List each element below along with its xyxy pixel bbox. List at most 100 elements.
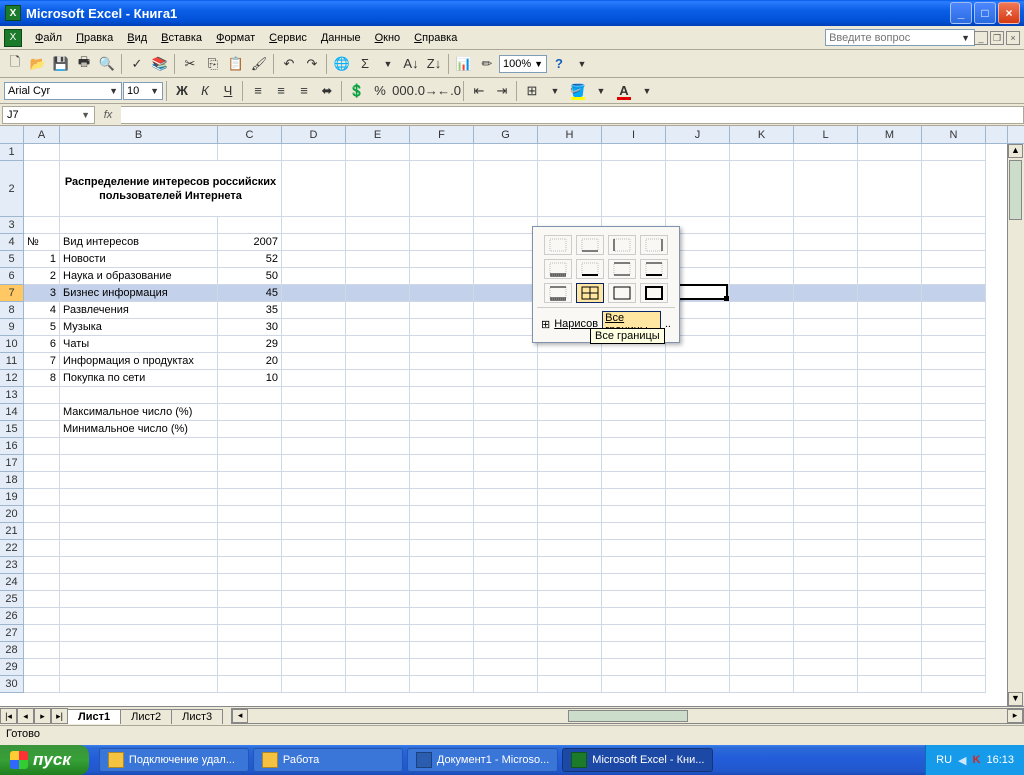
cell-A10[interactable]: 6	[24, 336, 60, 353]
cell-A30[interactable]	[24, 676, 60, 693]
cell-E16[interactable]	[346, 438, 410, 455]
cell-C26[interactable]	[218, 608, 282, 625]
underline-icon[interactable]: Ч	[217, 80, 239, 102]
font-color-arrow-icon[interactable]: ▼	[636, 80, 658, 102]
cell-I11[interactable]	[602, 353, 666, 370]
cell-K30[interactable]	[730, 676, 794, 693]
format-painter-icon[interactable]: 🖌	[248, 53, 270, 75]
row-header-30[interactable]: 30	[0, 676, 24, 693]
cell-G25[interactable]	[474, 591, 538, 608]
cell-E4[interactable]	[346, 234, 410, 251]
cell-L22[interactable]	[794, 540, 858, 557]
cell-D4[interactable]	[282, 234, 346, 251]
cell-M5[interactable]	[858, 251, 922, 268]
worksheet-grid[interactable]: ABCDEFGHIJKLMN 1234567891011121314151617…	[0, 126, 1024, 706]
align-right-icon[interactable]: ≡	[293, 80, 315, 102]
row-header-23[interactable]: 23	[0, 557, 24, 574]
cell-G19[interactable]	[474, 489, 538, 506]
cell-A6[interactable]: 2	[24, 268, 60, 285]
cell-B8[interactable]: Развлечения	[60, 302, 218, 319]
cell-G23[interactable]	[474, 557, 538, 574]
cell-N11[interactable]	[922, 353, 986, 370]
cell-N18[interactable]	[922, 472, 986, 489]
print-icon[interactable]: 🖶	[73, 53, 95, 75]
cell-B26[interactable]	[60, 608, 218, 625]
cell-A22[interactable]	[24, 540, 60, 557]
cell-F13[interactable]	[410, 387, 474, 404]
cell-I27[interactable]	[602, 625, 666, 642]
cell-F29[interactable]	[410, 659, 474, 676]
cell-G29[interactable]	[474, 659, 538, 676]
cell-G30[interactable]	[474, 676, 538, 693]
cell-D13[interactable]	[282, 387, 346, 404]
cell-G6[interactable]	[474, 268, 538, 285]
taskbar-item[interactable]: Подключение удал...	[99, 748, 249, 772]
cell-E19[interactable]	[346, 489, 410, 506]
cell-E20[interactable]	[346, 506, 410, 523]
cell-A27[interactable]	[24, 625, 60, 642]
border-preset-2[interactable]	[608, 235, 636, 255]
row-header-29[interactable]: 29	[0, 659, 24, 676]
cell-C12[interactable]: 10	[218, 370, 282, 387]
cell-B9[interactable]: Музыка	[60, 319, 218, 336]
cell-N16[interactable]	[922, 438, 986, 455]
cell-I12[interactable]	[602, 370, 666, 387]
cell-D14[interactable]	[282, 404, 346, 421]
row-header-21[interactable]: 21	[0, 523, 24, 540]
cell-C24[interactable]	[218, 574, 282, 591]
cell-L12[interactable]	[794, 370, 858, 387]
menu-Справка[interactable]: Справка	[407, 30, 464, 46]
border-preset-5[interactable]	[576, 259, 604, 279]
merge-center-icon[interactable]: ⬌	[316, 80, 338, 102]
cell-J29[interactable]	[666, 659, 730, 676]
cell-A21[interactable]	[24, 523, 60, 540]
cell-B7[interactable]: Бизнес информация	[60, 285, 218, 302]
cell-D3[interactable]	[282, 217, 346, 234]
cell-E23[interactable]	[346, 557, 410, 574]
cell-E12[interactable]	[346, 370, 410, 387]
cell-M26[interactable]	[858, 608, 922, 625]
cell-M10[interactable]	[858, 336, 922, 353]
cell-B3[interactable]	[60, 217, 218, 234]
cell-N26[interactable]	[922, 608, 986, 625]
cell-K27[interactable]	[730, 625, 794, 642]
row-header-22[interactable]: 22	[0, 540, 24, 557]
hyperlink-icon[interactable]: 🌐	[331, 53, 353, 75]
col-header-M[interactable]: M	[858, 126, 922, 143]
row-header-26[interactable]: 26	[0, 608, 24, 625]
col-header-B[interactable]: B	[60, 126, 218, 143]
cell-A24[interactable]	[24, 574, 60, 591]
cell-G10[interactable]	[474, 336, 538, 353]
cell-H26[interactable]	[538, 608, 602, 625]
vertical-scrollbar[interactable]: ▲ ▼	[1007, 144, 1024, 706]
col-header-K[interactable]: K	[730, 126, 794, 143]
col-header-F[interactable]: F	[410, 126, 474, 143]
cell-N21[interactable]	[922, 523, 986, 540]
cell-M1[interactable]	[858, 144, 922, 161]
align-left-icon[interactable]: ≡	[247, 80, 269, 102]
cell-K9[interactable]	[730, 319, 794, 336]
cell-H11[interactable]	[538, 353, 602, 370]
spelling-icon[interactable]: ✓	[126, 53, 148, 75]
cell-F30[interactable]	[410, 676, 474, 693]
row-header-15[interactable]: 15	[0, 421, 24, 438]
col-header-A[interactable]: A	[24, 126, 60, 143]
cell-I24[interactable]	[602, 574, 666, 591]
cell-N1[interactable]	[922, 144, 986, 161]
cell-I18[interactable]	[602, 472, 666, 489]
col-header-J[interactable]: J	[666, 126, 730, 143]
cell-D23[interactable]	[282, 557, 346, 574]
cell-E11[interactable]	[346, 353, 410, 370]
cell-D17[interactable]	[282, 455, 346, 472]
cell-D8[interactable]	[282, 302, 346, 319]
cell-M16[interactable]	[858, 438, 922, 455]
formula-input[interactable]	[121, 106, 1024, 124]
cell-F8[interactable]	[410, 302, 474, 319]
cell-E28[interactable]	[346, 642, 410, 659]
cell-F1[interactable]	[410, 144, 474, 161]
cell-K18[interactable]	[730, 472, 794, 489]
bold-icon[interactable]: Ж	[171, 80, 193, 102]
cell-F21[interactable]	[410, 523, 474, 540]
cell-H17[interactable]	[538, 455, 602, 472]
cell-E13[interactable]	[346, 387, 410, 404]
